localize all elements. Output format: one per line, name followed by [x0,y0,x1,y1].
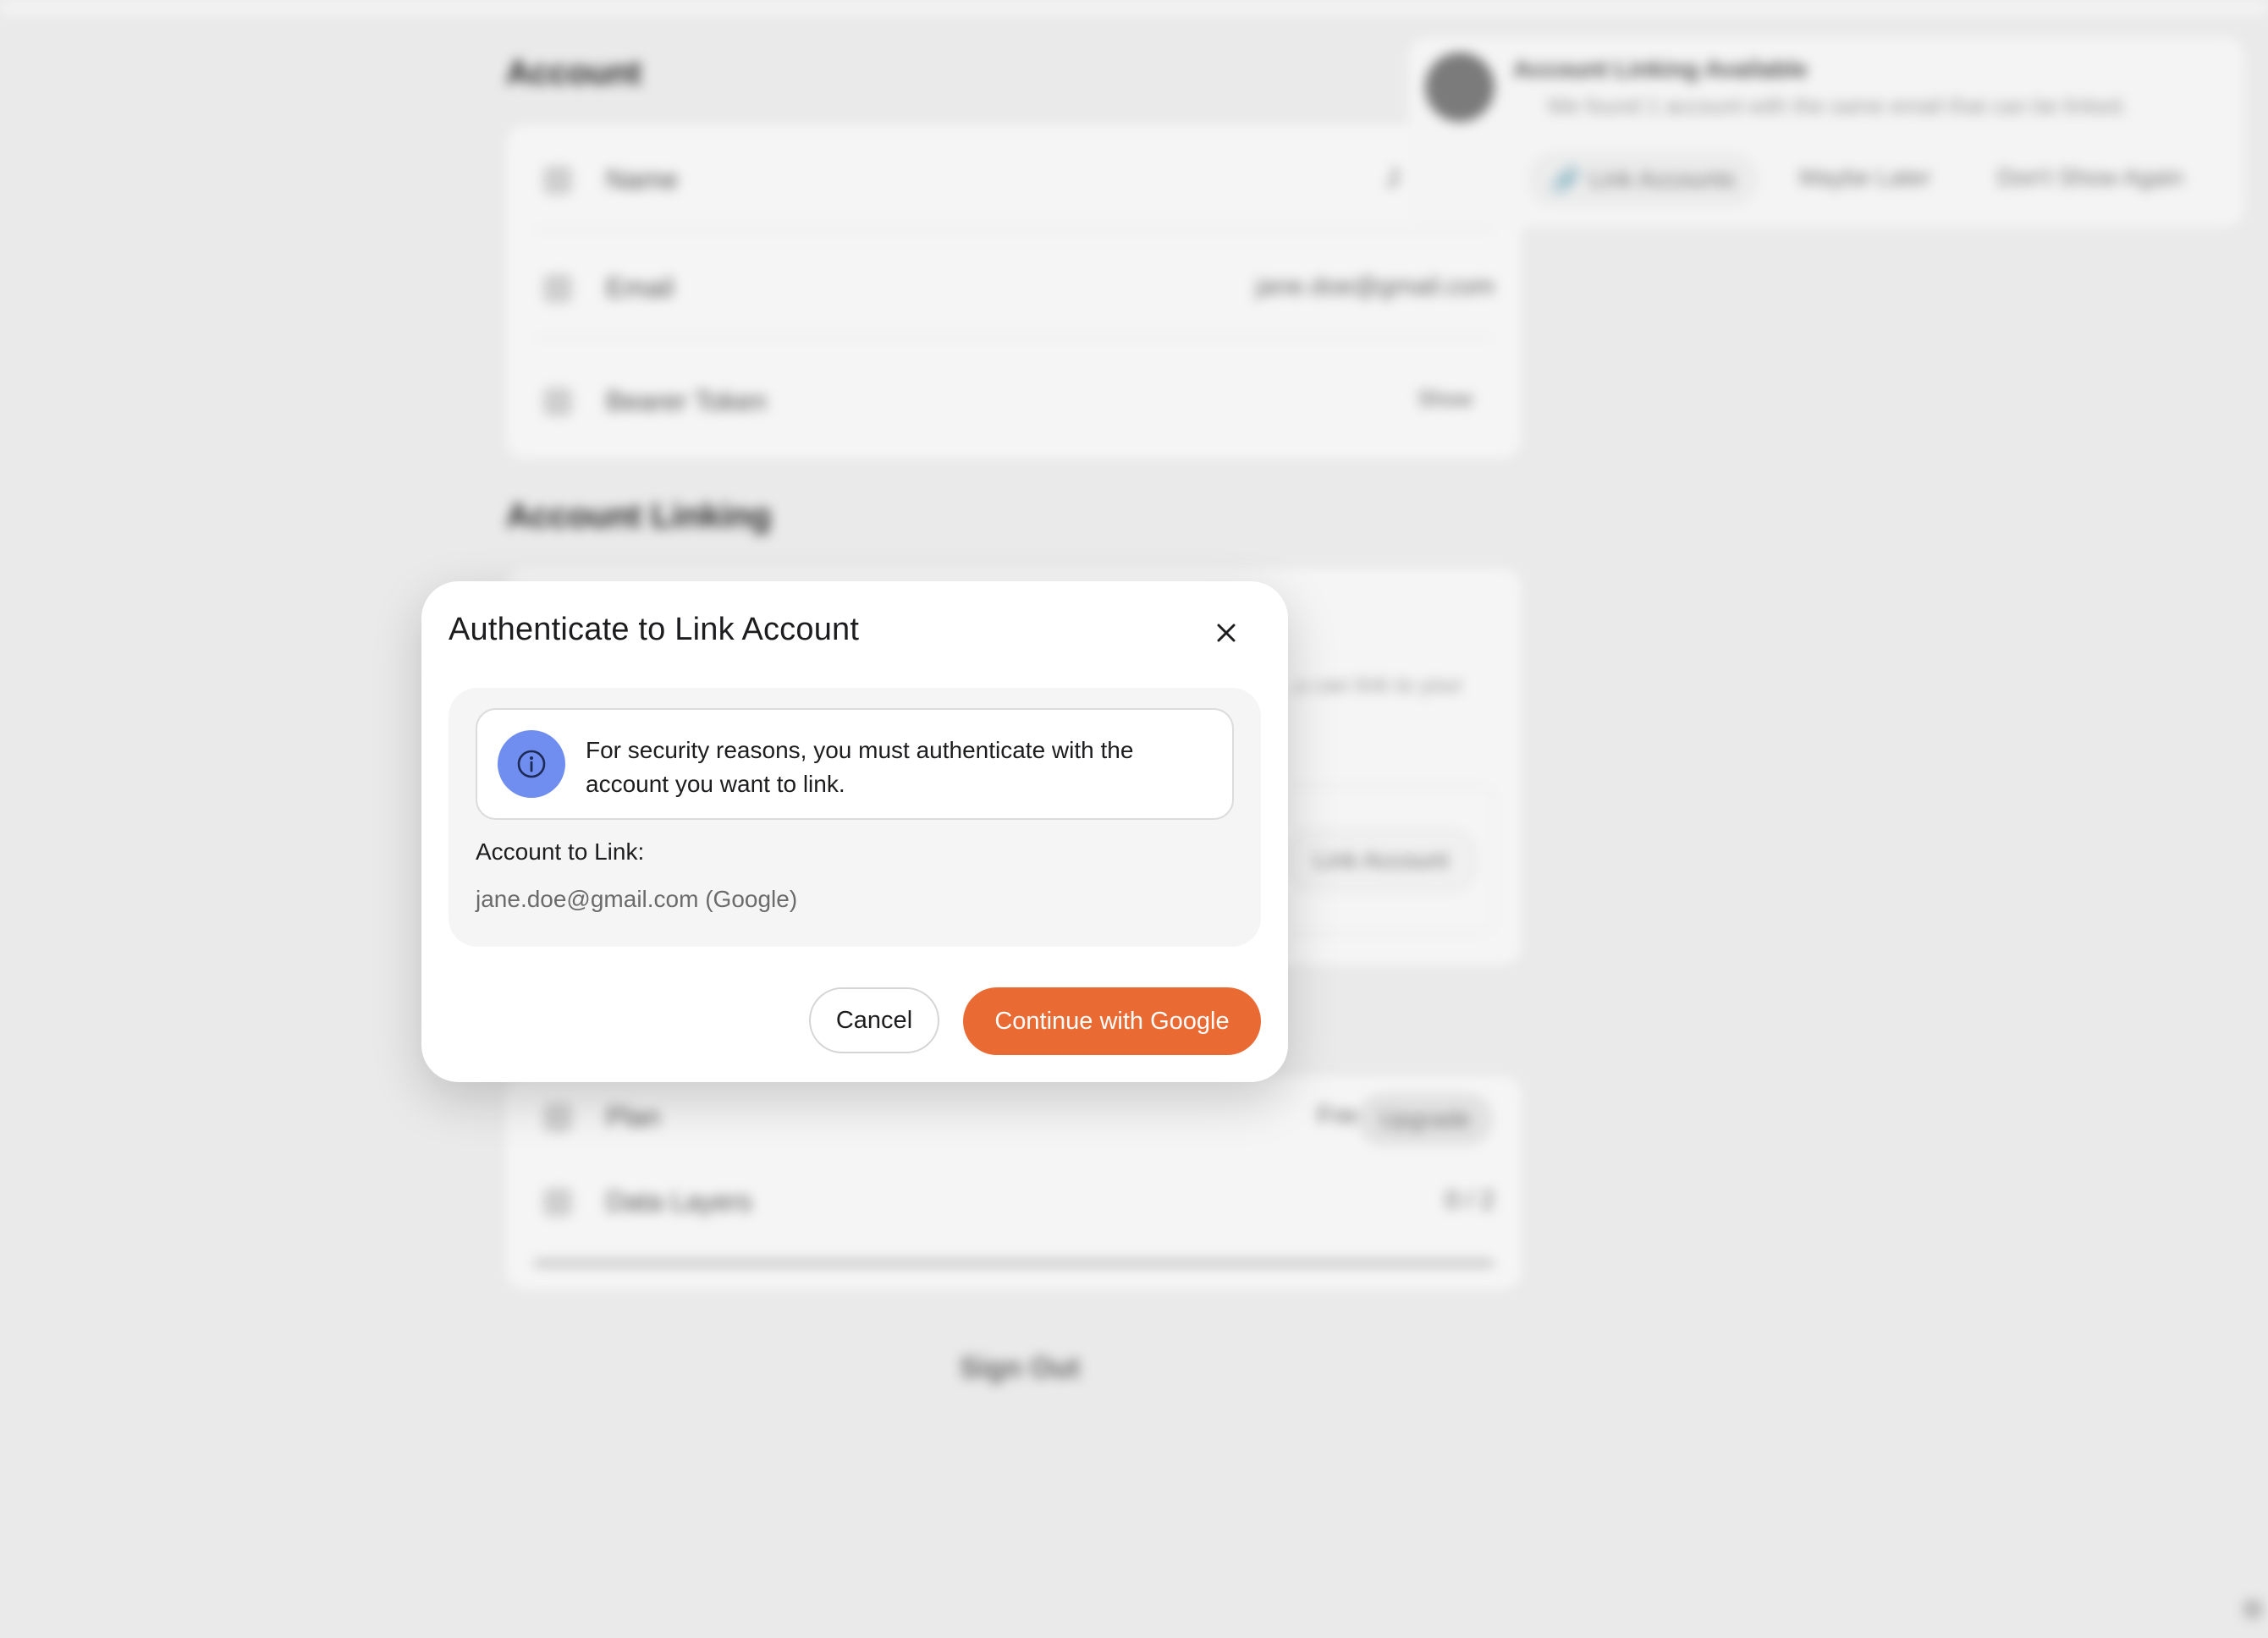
row-label: Data Layers [606,1186,752,1217]
dont-show-again-button[interactable]: Don't Show Again [1997,164,2183,191]
dialog-body: For security reasons, you must authentic… [449,688,1261,947]
link-accounts-button[interactable]: 🔗 Link Accounts [1528,152,1759,206]
authenticate-dialog: Authenticate to Link Account For securit… [421,581,1288,1082]
show-token-button[interactable]: Show [1418,386,1473,412]
help-icon[interactable] [2243,1599,2263,1619]
linking-description: ...u can link to your [1278,672,1463,697]
mail-icon [543,274,572,303]
link-accounts-label: Link Accounts [1589,166,1736,192]
info-icon [498,730,565,798]
row-value: 0 / 2 [1445,1186,1495,1214]
notification-icon [1425,52,1495,122]
notification-title: Account Linking Available [1513,56,1808,82]
row-label: Email [606,272,674,303]
linking-section-title: Account Linking [506,497,772,535]
data-layers-progress [533,1259,1495,1267]
security-notice: For security reasons, you must authentic… [476,708,1234,820]
key-icon [543,388,572,416]
dialog-title: Authenticate to Link Account [449,612,860,647]
security-notice-text: For security reasons, you must authentic… [586,737,1134,797]
row-value: J [1386,164,1399,192]
row-value: jane.doe@gmail.com [1255,272,1495,300]
account-to-link-value: jane.doe@gmail.com (Google) [476,886,798,912]
upgrade-button[interactable]: Upgrade [1357,1093,1493,1146]
data-layers-row: Data Layers 0 / 2 [506,1161,1522,1245]
account-section-title: Account [506,54,641,91]
link-icon: 🔗 [1551,166,1582,193]
notification-message: We found 1 account with the same email t… [1547,93,2128,118]
continue-with-google-button[interactable]: Continue with Google [963,987,1261,1055]
row-label: Name [606,164,679,195]
cancel-button[interactable]: Cancel [809,987,939,1053]
plan-row: Plan Free Upgrade [506,1076,1522,1161]
plan-card: Plan Free Upgrade Data Layers 0 / 2 [506,1076,1522,1289]
database-icon [543,1188,572,1217]
close-icon[interactable] [1208,615,1244,651]
link-account-button[interactable]: Link Account [1286,829,1476,892]
row-label: Plan [606,1102,661,1132]
row-label: Bearer Token [606,386,767,416]
sign-out-button[interactable]: Sign Out [960,1352,1080,1385]
account-row-email: Email jane.doe@gmail.com [506,237,1522,338]
account-card: Name J Email jane.doe@gmail.com Bearer T… [506,125,1522,459]
account-row-name: Name J [506,129,1522,230]
account-row-token: Bearer Token Show [506,350,1522,452]
divider [533,228,1495,230]
account-to-link-label: Account to Link: [476,838,645,865]
plan-icon [543,1103,572,1132]
account-linking-notification: Account Linking Available We found 1 acc… [1408,37,2244,227]
maybe-later-button[interactable]: Maybe Later [1799,164,1931,191]
top-bar [0,0,2268,15]
user-icon [543,166,572,195]
divider [533,337,1495,338]
